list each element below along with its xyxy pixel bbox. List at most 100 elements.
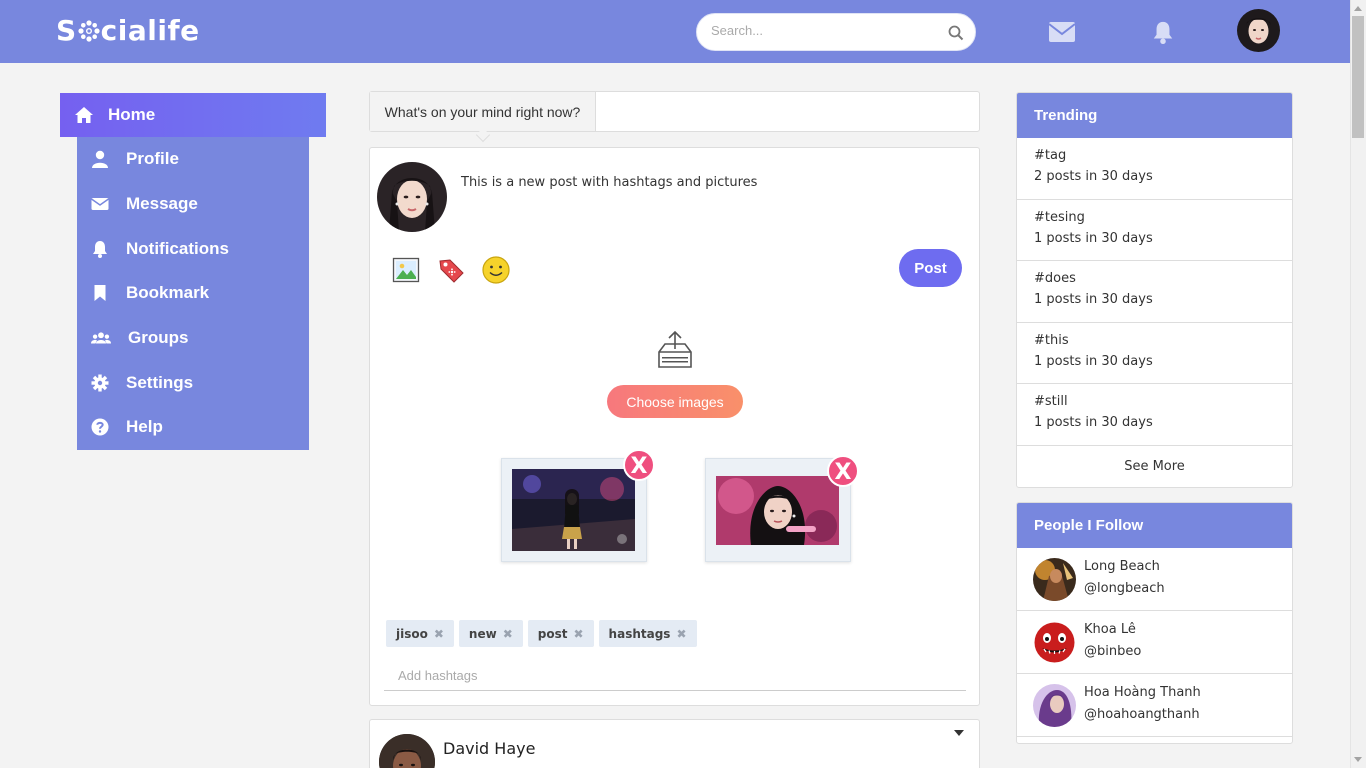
status-prompt-label: What's on your mind right now? — [370, 92, 596, 131]
trending-item[interactable]: #this 1 posts in 30 days — [1017, 323, 1292, 385]
envelope-icon[interactable] — [1048, 20, 1076, 44]
following-title: People I Follow — [1017, 503, 1292, 548]
top-bar: Scialife — [0, 0, 1350, 63]
scrollbar-thumb[interactable] — [1352, 16, 1364, 138]
hashtag-chip: new ✖ — [458, 620, 523, 647]
trending-count: 1 posts in 30 days — [1034, 230, 1153, 246]
followed-person[interactable]: Long Beach @longbeach — [1017, 548, 1292, 611]
image-icon[interactable] — [391, 255, 421, 285]
tag-icon[interactable] — [436, 255, 466, 285]
sidebar-item-help[interactable]: Help — [77, 405, 309, 450]
users-icon — [91, 332, 111, 344]
sidebar-item-groups[interactable]: Groups — [77, 316, 309, 361]
page-scrollbar[interactable] — [1350, 0, 1366, 768]
hashtag-chip: hashtags ✖ — [598, 620, 697, 647]
remove-tag-icon[interactable]: ✖ — [503, 627, 513, 641]
bell-icon[interactable] — [1150, 20, 1176, 44]
post-author-name[interactable]: David Haye — [443, 739, 535, 758]
logo-text-end: cialife — [100, 14, 200, 47]
search-box — [696, 13, 976, 51]
user-avatar[interactable] — [1237, 9, 1280, 52]
upload-icon — [658, 330, 692, 368]
sidebar-item-label: Profile — [126, 149, 179, 169]
search-icon[interactable] — [948, 25, 964, 41]
bookmark-icon — [94, 285, 106, 302]
remove-image-button[interactable]: X — [623, 449, 655, 481]
hashtag-input[interactable] — [384, 661, 966, 691]
trending-count: 2 posts in 30 days — [1034, 169, 1153, 184]
trending-tag: #tag — [1034, 148, 1067, 163]
composer-avatar — [377, 162, 447, 232]
sidebar-item-settings[interactable]: Settings — [77, 360, 309, 405]
preview-image — [512, 469, 635, 551]
sidebar-item-label: Message — [126, 194, 198, 214]
trending-tag: #this — [1034, 332, 1069, 348]
person-handle: @hoahoangthanh — [1084, 707, 1200, 722]
trending-tag: #does — [1034, 271, 1076, 287]
image-preview: X — [705, 455, 859, 562]
trending-count: 1 posts in 30 days — [1034, 415, 1153, 431]
post-button[interactable]: Post — [899, 249, 962, 287]
person-name: Hoa Hoàng Thanh — [1084, 685, 1201, 700]
status-prompt-bar[interactable]: What's on your mind right now? — [369, 91, 980, 143]
question-icon — [91, 418, 109, 436]
trending-item[interactable]: #does 1 posts in 30 days — [1017, 261, 1292, 323]
trending-tag: #tesing — [1034, 209, 1085, 225]
sidebar-item-home[interactable]: Home — [60, 93, 326, 137]
flower-icon — [78, 20, 100, 42]
post-options-icon[interactable] — [954, 730, 964, 736]
remove-image-button[interactable]: X — [827, 455, 859, 487]
trending-count: 1 posts in 30 days — [1034, 292, 1153, 308]
sidebar-item-profile[interactable]: Profile — [77, 137, 309, 182]
hashtag-label: new — [468, 626, 497, 641]
trending-panel: Trending #tag 2 posts in 30 days #tesing 1… — [1016, 92, 1293, 488]
sidebar-item-bookmark[interactable]: Bookmark — [77, 271, 309, 316]
person-avatar — [1033, 558, 1076, 601]
preview-image — [716, 476, 839, 545]
envelope-icon — [91, 198, 109, 211]
search-input[interactable] — [711, 23, 931, 38]
scroll-down-icon[interactable] — [1354, 757, 1362, 762]
bell-icon — [93, 240, 107, 258]
post-author-avatar[interactable] — [379, 734, 435, 768]
logo-text-start: S — [56, 14, 77, 47]
followed-person[interactable]: Hoa Hoàng Thanh @hoahoangthanh — [1017, 674, 1292, 737]
person-avatar — [1033, 621, 1076, 664]
feed-post: David Haye — [369, 719, 980, 768]
trending-item[interactable]: #tag 2 posts in 30 days — [1017, 138, 1292, 200]
remove-tag-icon[interactable]: ✖ — [434, 627, 444, 641]
see-more-link[interactable]: See More — [1017, 446, 1292, 487]
scroll-up-icon[interactable] — [1354, 6, 1362, 11]
home-icon — [75, 107, 93, 123]
sidebar-item-label: Notifications — [126, 238, 229, 258]
sidebar-item-message[interactable]: Message — [77, 182, 309, 227]
image-preview: X — [501, 449, 655, 562]
sidebar-item-label: Home — [108, 105, 156, 124]
hashtag-chip: post ✖ — [527, 620, 594, 647]
hashtag-label: post — [537, 626, 568, 641]
remove-tag-icon[interactable]: ✖ — [676, 627, 686, 641]
sidebar-item-label: Settings — [126, 372, 194, 392]
following-panel: People I Follow Long Beach @longbeach Kh… — [1016, 502, 1293, 744]
sidebar-item-notifications[interactable]: Notifications — [77, 226, 309, 271]
hashtag-label: jisoo — [396, 626, 428, 641]
sidebar-item-label: Help — [126, 417, 163, 437]
sidebar-item-label: Groups — [128, 328, 189, 348]
emoji-icon[interactable] — [481, 255, 511, 285]
trending-item[interactable]: #still 1 posts in 30 days — [1017, 384, 1292, 446]
hashtag-label: hashtags — [608, 626, 671, 641]
trending-tag: #still — [1034, 394, 1068, 410]
post-text[interactable]: This is a new post with hashtags and pic… — [461, 175, 757, 190]
choose-images-button[interactable]: Choose images — [607, 385, 743, 418]
sidebar-item-label: Bookmark — [126, 283, 210, 303]
person-name: Khoa Lê — [1084, 622, 1136, 637]
trending-item[interactable]: #tesing 1 posts in 30 days — [1017, 200, 1292, 262]
user-icon — [92, 151, 108, 169]
person-avatar — [1033, 684, 1076, 727]
followed-person[interactable]: Khoa Lê @binbeo — [1017, 611, 1292, 674]
app-logo[interactable]: Scialife — [56, 14, 200, 47]
post-composer: This is a new post with hashtags and pic… — [369, 147, 980, 706]
person-handle: @longbeach — [1084, 581, 1165, 596]
remove-tag-icon[interactable]: ✖ — [573, 627, 583, 641]
gear-icon — [91, 374, 109, 392]
